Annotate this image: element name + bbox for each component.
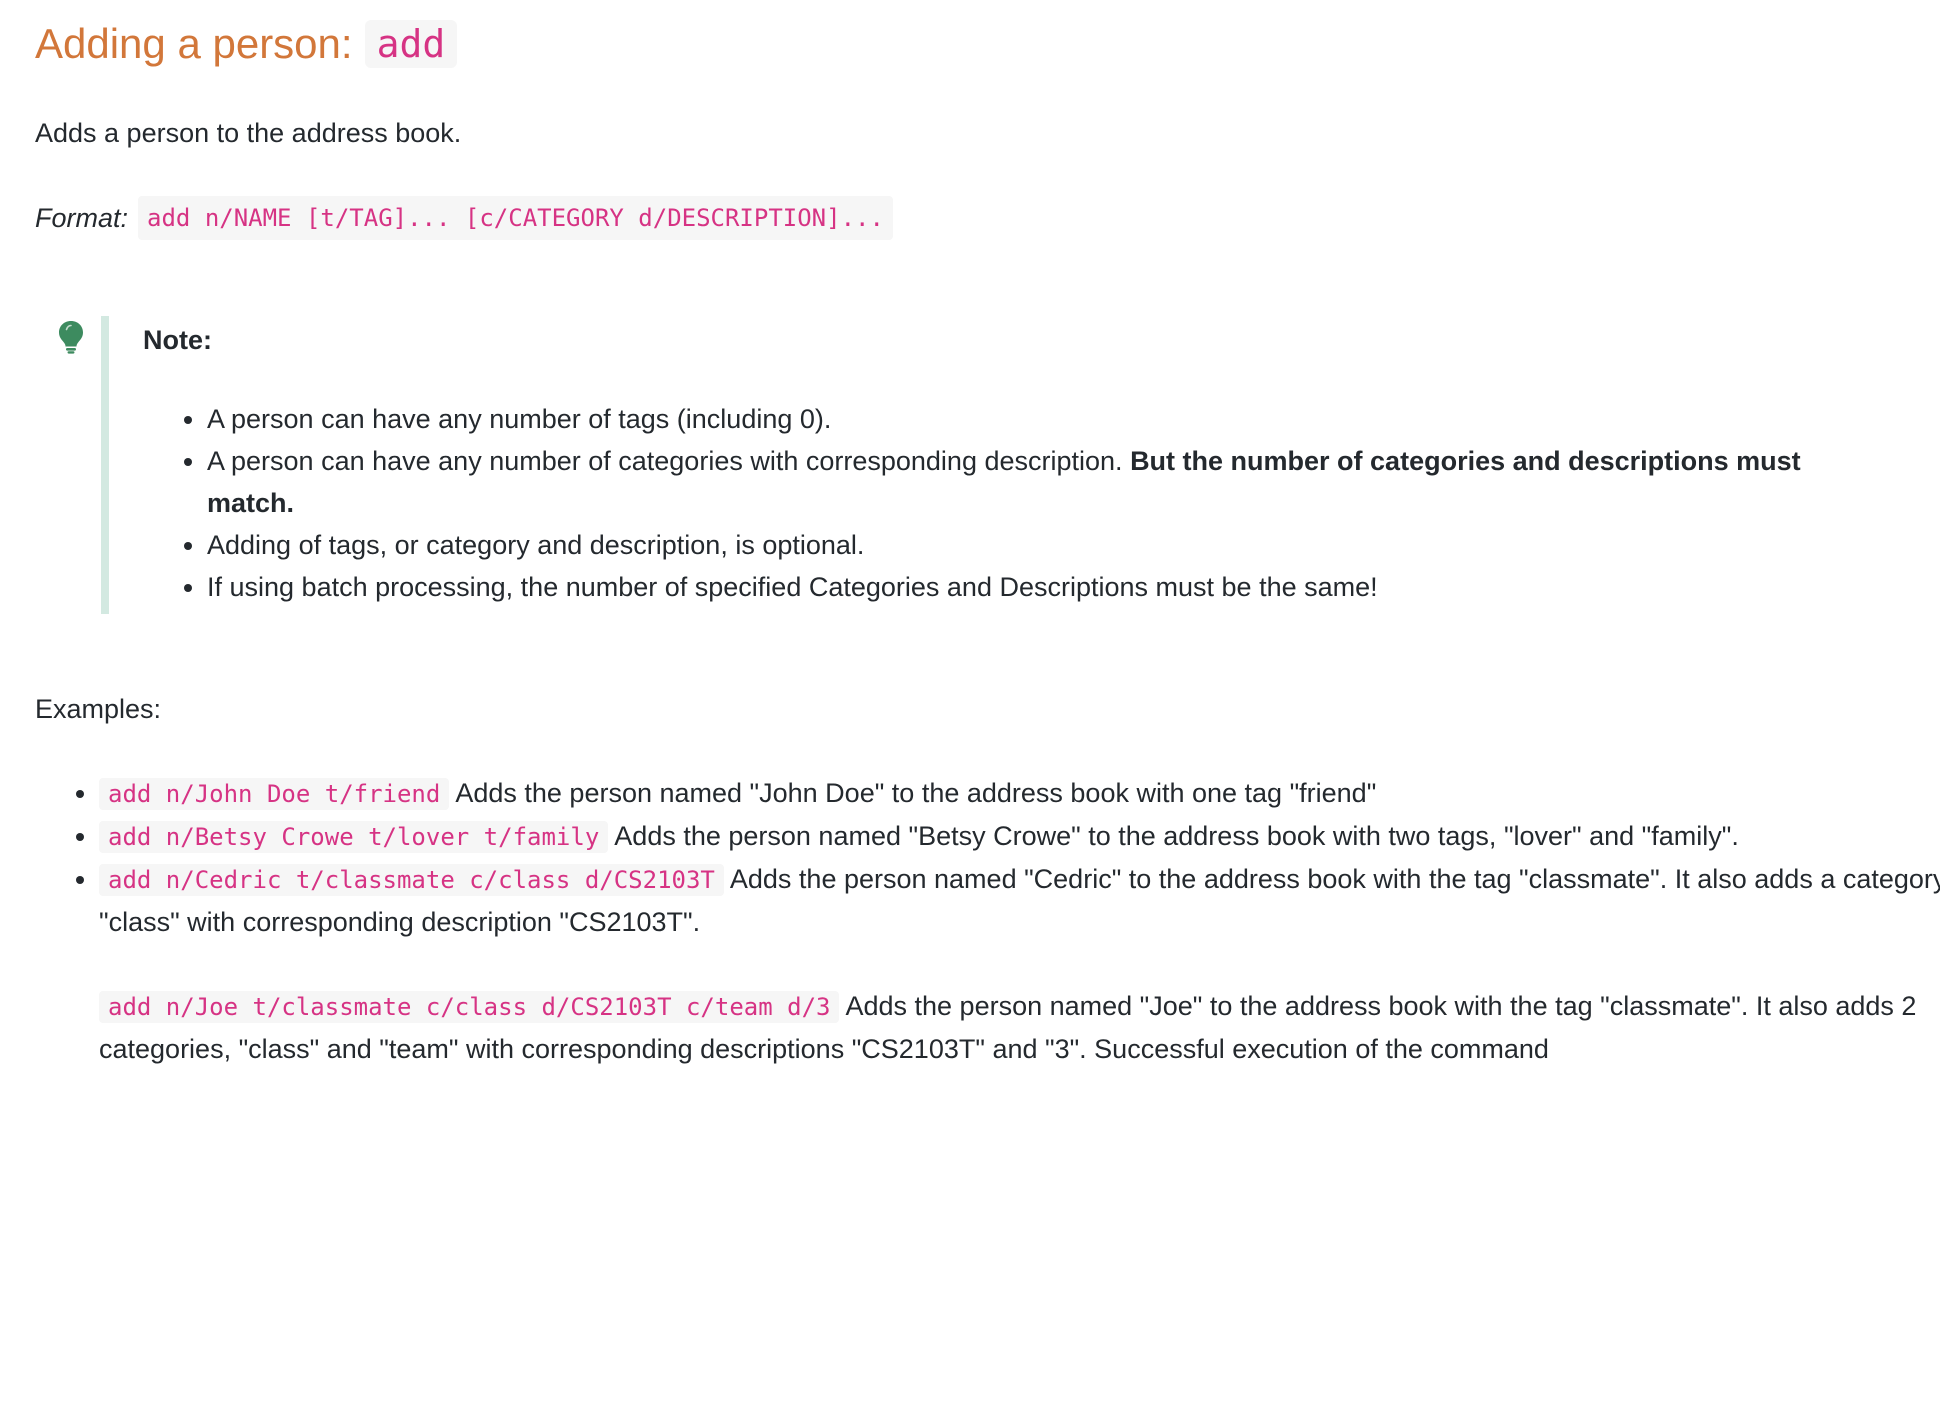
example-code: add n/Joe t/classmate c/class d/CS2103T …: [99, 991, 840, 1023]
heading-text: Adding a person:: [35, 20, 353, 67]
example-text: Adds the person named "John Doe" to the …: [455, 778, 1377, 808]
note-item: Adding of tags, or category and descript…: [207, 524, 1847, 566]
heading-code: add: [364, 20, 458, 68]
format-label: Format:: [35, 203, 129, 233]
section-heading: Adding a person: add: [35, 14, 1905, 74]
note-title: Note:: [143, 325, 212, 355]
format-line: Format: add n/NAME [t/TAG]... [c/CATEGOR…: [35, 196, 893, 240]
example-text: Adds the person named "Betsy Crowe" to t…: [614, 821, 1739, 851]
document-page: Adding a person: add Adds a person to th…: [35, 0, 1940, 1064]
intro-text: Adds a person to the address book.: [35, 118, 462, 148]
example-item: add n/John Doe t/friend Adds the person …: [99, 772, 1940, 815]
example-code: add n/Cedric t/classmate c/class d/CS210…: [99, 864, 724, 896]
note-item: A person can have any number of categori…: [207, 440, 1847, 524]
example-item: add n/Cedric t/classmate c/class d/CS210…: [99, 858, 1940, 1070]
examples-label: Examples:: [35, 694, 162, 724]
lightbulb-icon: [59, 321, 83, 354]
note-bar: [101, 316, 109, 614]
example-code: add n/John Doe t/friend: [99, 778, 450, 810]
note-item: A person can have any number of tags (in…: [207, 398, 1847, 440]
example-code: add n/Betsy Crowe t/lover t/family: [99, 821, 609, 853]
examples-list: add n/John Doe t/friend Adds the person …: [35, 772, 1940, 1070]
format-code: add n/NAME [t/TAG]... [c/CATEGORY d/DESC…: [138, 196, 893, 240]
example-item: add n/Betsy Crowe t/lover t/family Adds …: [99, 815, 1940, 858]
note-callout: Note: A person can have any number of ta…: [35, 316, 1865, 614]
example-continuation: add n/Joe t/classmate c/class d/CS2103T …: [99, 985, 1940, 1070]
note-list: A person can have any number of tags (in…: [143, 398, 1847, 608]
note-item: If using batch processing, the number of…: [207, 566, 1847, 608]
